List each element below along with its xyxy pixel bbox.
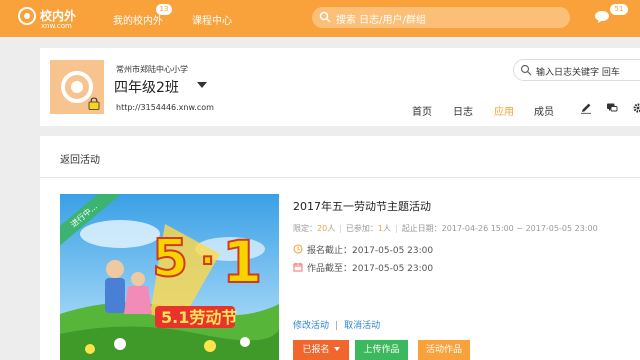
search-icon (319, 11, 331, 23)
calendar-icon (293, 263, 303, 272)
class-avatar[interactable] (50, 60, 104, 114)
chevron-down-icon (333, 347, 340, 351)
activity-poster-image[interactable]: 5 . 1 5.1劳动节 进行中... (60, 194, 279, 360)
stats-separator: | (394, 224, 398, 233)
activity-admin-links: 修改活动 | 取消活动 (293, 318, 380, 331)
logo-mark (18, 7, 36, 25)
global-search-input[interactable]: 搜索 日志/用户/群组 (312, 7, 570, 28)
activity-stats: 限定：20人 | 已参加：1人 | 起止日期：2017-04-26 15:00 ~ 20… (293, 223, 598, 234)
works-deadline: 作品截至：2017-05-05 23:00 (307, 264, 434, 274)
poster-illustration: 5 . 1 5.1劳动节 (60, 194, 279, 360)
school-name[interactable]: 常州市郑陆中心小学 (116, 64, 188, 75)
tab-log[interactable]: 日志 (453, 103, 473, 118)
signup-deadline: 报名截止：2017-05-05 23:00 (307, 246, 434, 256)
clock-icon (293, 244, 303, 254)
nav-my-badge: 13 (156, 4, 172, 15)
tab-app[interactable]: 应用 (494, 103, 514, 118)
stats-separator: | (339, 224, 342, 233)
activity-title: 2017年五一劳动节主题活动 (293, 200, 431, 213)
class-url[interactable]: http://3154446.xnw.com (116, 103, 214, 112)
class-name: 四年级2班 (114, 80, 179, 96)
works-deadline-row: 作品截至：2017-05-05 23:00 (293, 261, 433, 274)
global-search-placeholder: 搜索 日志/用户/群组 (336, 15, 426, 26)
limit-unit: 人 (327, 224, 336, 233)
class-switch-caret-icon[interactable] (197, 82, 207, 88)
activity-works-button[interactable]: 活动作品 (418, 340, 470, 360)
link-separator: | (335, 321, 339, 331)
limit-label: 限定： (293, 224, 317, 233)
log-search-input[interactable]: 输入日志关键字 回车 (513, 59, 640, 81)
divider (40, 177, 640, 178)
lock-icon (88, 97, 100, 110)
activity-detail-panel: 返回活动 5 . 1 5.1劳动节 进行中... 2017年五一劳动节主题活动 … (40, 136, 640, 360)
chat-icon[interactable] (606, 102, 618, 114)
svg-text:1: 1 (222, 228, 262, 296)
class-header-card: 常州市郑陆中心小学 四年级2班 http://3154446.xnw.com 首… (40, 48, 640, 126)
search-icon (520, 64, 532, 76)
edit-activity-link[interactable]: 修改活动 (293, 321, 329, 331)
site-logo[interactable]: 校内外 xnw.com (18, 5, 80, 32)
cancel-activity-link[interactable]: 取消活动 (344, 321, 380, 331)
gear-icon[interactable] (632, 102, 640, 114)
tab-home[interactable]: 首页 (412, 103, 432, 118)
signed-up-label: 已报名 (302, 345, 330, 355)
nav-course-center[interactable]: 课程中心 (192, 12, 232, 27)
message-badge: 51 (610, 4, 628, 15)
pencil-icon[interactable] (580, 102, 592, 114)
signup-deadline-row: 报名截止：2017-05-05 23:00 (293, 243, 433, 256)
message-icon[interactable] (594, 10, 610, 24)
nav-my-xnw[interactable]: 我的校内外 (113, 12, 163, 27)
poster-51-text: 5 (152, 229, 188, 289)
joined-label: 已参加： (345, 224, 378, 233)
top-navigation-bar: 校内外 xnw.com 我的校内外 13 课程中心 搜索 日志/用户/群组 51 (0, 0, 640, 37)
svg-text:.: . (200, 228, 215, 274)
poster-festival-text: 5.1劳动节 (161, 308, 237, 327)
upload-works-button[interactable]: 上传作品 (355, 340, 408, 360)
tab-member[interactable]: 成员 (534, 103, 554, 118)
signed-up-button[interactable]: 已报名 (293, 340, 349, 360)
date-range: 起止日期：2017-04-26 15:00 ~ 2017-05-05 23:00 (401, 224, 598, 233)
limit-value: 20 (317, 224, 328, 233)
logo-domain: xnw.com (41, 22, 72, 30)
joined-unit: 人 (382, 224, 391, 233)
log-search-placeholder: 输入日志关键字 回车 (536, 68, 620, 78)
back-to-activities-link[interactable]: 返回活动 (60, 151, 100, 166)
